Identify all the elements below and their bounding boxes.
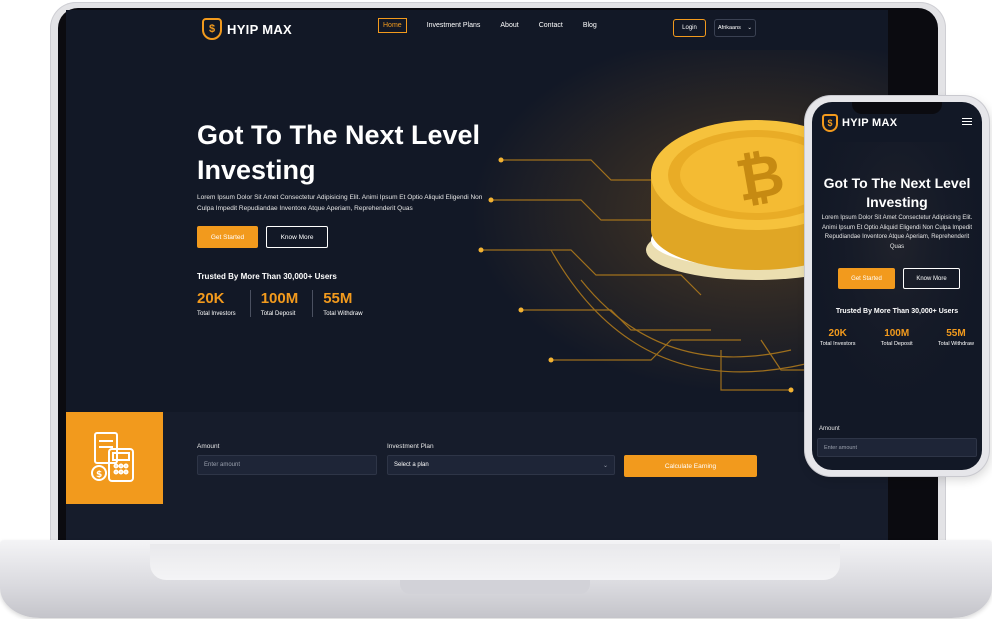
stat-label: Total Investors <box>820 341 856 347</box>
nav-item-blog[interactable]: Blog <box>583 22 597 33</box>
chevron-down-icon: ⌄ <box>602 462 608 469</box>
mobile-amount-label: Amount <box>819 426 840 432</box>
know-more-button[interactable]: Know More <box>266 226 328 248</box>
mobile-trusted-text: Trusted By More Than 30,000+ Users <box>835 308 959 315</box>
mobile-brand-name: HYIP MAX <box>842 117 898 129</box>
mobile-get-started-button[interactable]: Get Started <box>838 268 895 289</box>
trusted-text: Trusted By More Than 30,000+ Users <box>197 272 337 281</box>
stat-label: Total Deposit <box>880 341 913 347</box>
svg-text:$: $ <box>96 470 102 480</box>
stat-value: 100M <box>884 328 910 339</box>
language-select[interactable]: Afrikaans ⌄ <box>714 19 756 37</box>
plan-select-value: Select a plan <box>394 462 429 468</box>
phone-screen: $ HYIP MAX Got To The Next Level Investi… <box>812 102 982 470</box>
hero-title-line2: Investing <box>197 155 316 186</box>
mobile-stat-withdraw: 55M Total Withdraw <box>938 328 974 347</box>
laptop-screen: ₿ $ HYIP MAX Home Investment Plans About… <box>66 10 888 544</box>
login-button[interactable]: Login <box>673 19 706 37</box>
nav-item-about[interactable]: About <box>500 22 518 33</box>
stat-value: 100M <box>260 290 299 307</box>
stat-value: 20K <box>828 328 847 339</box>
mobile-hero-description: Lorem Ipsum Dolor Sit Amet Consectetur A… <box>821 215 973 250</box>
main-nav: Home Investment Plans About Contact Blog <box>378 18 597 33</box>
get-started-button[interactable]: Get Started <box>197 226 258 248</box>
amount-input[interactable]: Enter amount <box>197 455 377 475</box>
calculator-icon-box: $ <box>66 412 163 504</box>
hero-title-line1: Got To The Next Level <box>197 120 481 150</box>
mobile-brand-logo[interactable]: $ HYIP MAX <box>822 114 897 132</box>
stat-deposit: 100M Total Deposit <box>261 290 314 317</box>
stat-label: Total Deposit <box>260 311 296 317</box>
site-header: $ HYIP MAX Home Investment Plans About C… <box>66 10 888 48</box>
mobile-stats-row: 20K Total Investors 100M Total Deposit 5… <box>820 328 974 347</box>
stat-withdraw: 55M Total Withdraw <box>323 290 376 317</box>
investment-plan-label: Investment Plan <box>387 443 434 450</box>
mobile-know-more-button[interactable]: Know More <box>903 268 960 289</box>
laptop-hinge <box>150 544 840 580</box>
language-value: Afrikaans <box>718 25 741 31</box>
brand-logo[interactable]: $ HYIP MAX <box>202 18 292 40</box>
hero-description: Lorem Ipsum Dolor Sit Amet Consectetur A… <box>197 194 483 213</box>
mobile-stat-deposit: 100M Total Deposit <box>881 328 913 347</box>
stats-row: 20K Total Investors 100M Total Deposit 5… <box>197 290 387 317</box>
nav-item-contact[interactable]: Contact <box>539 22 563 33</box>
hamburger-menu-icon[interactable] <box>962 118 972 127</box>
mobile-hero-title-line2: Investing <box>866 193 928 210</box>
phone-notch <box>852 102 942 114</box>
investment-plan-select[interactable]: Select a plan ⌄ <box>387 455 615 475</box>
chevron-down-icon: ⌄ <box>747 25 752 31</box>
profit-calculator: $ Amount Enter amount Investment Plan Se… <box>66 412 888 544</box>
stat-label: Total Investors <box>197 311 236 317</box>
mobile-hero-title: Got To The Next Level Investing <box>812 174 982 212</box>
stat-value: 55M <box>946 328 966 339</box>
hero-title: Got To The Next Level Investing <box>197 118 527 188</box>
calculate-earning-button[interactable]: Calculate Earning <box>624 455 757 477</box>
mobile-stat-investors: 20K Total Investors <box>820 328 855 347</box>
nav-item-home[interactable]: Home <box>378 18 407 33</box>
amount-label: Amount <box>197 443 220 450</box>
stat-label: Total Withdraw <box>323 311 363 317</box>
brand-name: HYIP MAX <box>227 21 293 37</box>
stat-value: 20K <box>197 290 225 307</box>
mobile-amount-input[interactable]: Enter amount <box>817 438 977 457</box>
laptop-trackpad <box>400 580 590 594</box>
mobile-hero-title-line1: Got To The Next Level <box>823 175 971 191</box>
stat-value: 55M <box>323 290 353 307</box>
stat-label: Total Withdraw <box>937 341 974 347</box>
nav-item-investment-plans[interactable]: Investment Plans <box>427 22 481 33</box>
shield-dollar-icon: $ <box>822 114 838 132</box>
calculator-icon: $ <box>90 432 134 482</box>
shield-dollar-icon: $ <box>202 18 222 40</box>
stat-investors: 20K Total Investors <box>197 290 251 317</box>
